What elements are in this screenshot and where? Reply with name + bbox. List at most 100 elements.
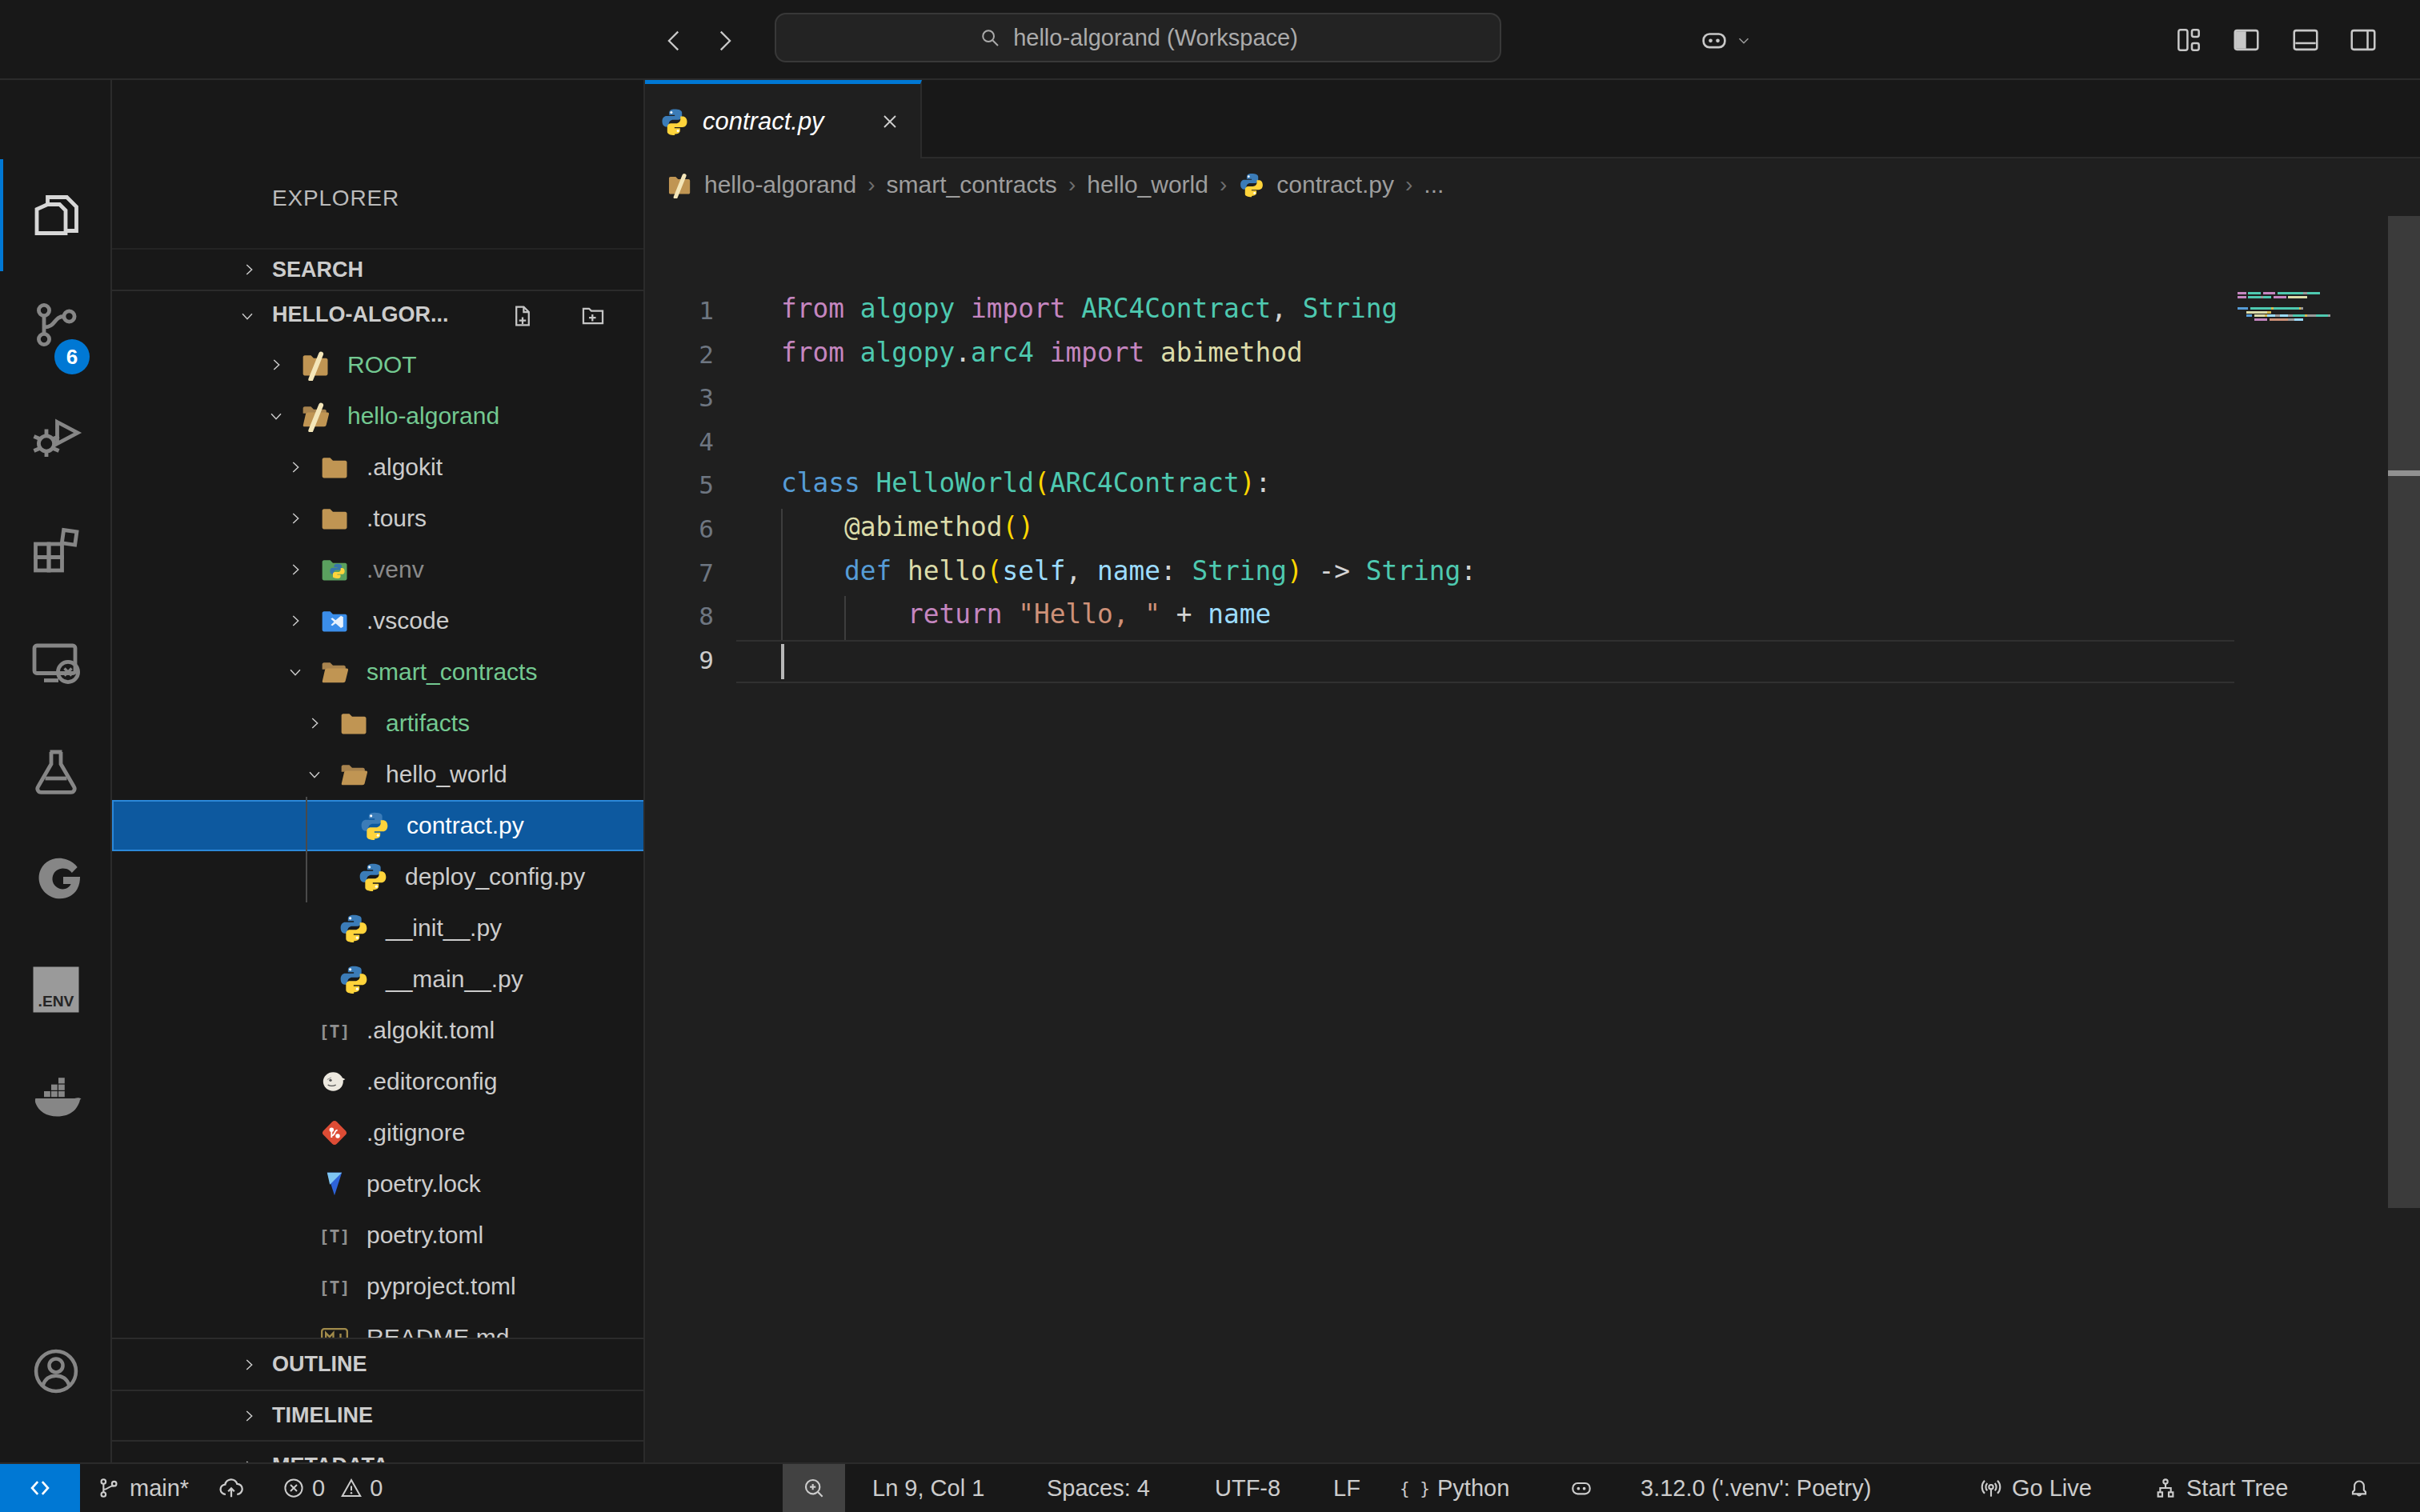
status-go-live[interactable]: Go Live xyxy=(1978,1464,2092,1512)
activity-item-run-debug[interactable] xyxy=(0,379,112,491)
status-indentation[interactable]: Spaces: 4 xyxy=(1047,1464,1150,1512)
line-number: 5 xyxy=(645,470,714,499)
tree-item-hello-algorand[interactable]: hello-algorand xyxy=(112,390,645,442)
status-line-col[interactable]: Ln 9, Col 1 xyxy=(872,1464,984,1512)
activity-item-remote-explorer[interactable] xyxy=(0,606,112,718)
tree-item-contract-py[interactable]: contract.py xyxy=(112,800,645,851)
token: import xyxy=(1050,338,1144,368)
tree-item--main-py[interactable]: __main__.py xyxy=(112,954,645,1005)
tree-item-label: .vscode xyxy=(367,607,449,634)
scrollbar-thumb[interactable] xyxy=(2388,216,2420,1208)
tree-item--venv[interactable]: .venv xyxy=(112,544,645,595)
error-count: 0 xyxy=(312,1475,325,1502)
customize-layout-icon[interactable] xyxy=(2174,25,2204,55)
tree-item--gitignore[interactable]: .gitignore xyxy=(112,1107,645,1158)
tree-item--algokit[interactable]: .algokit xyxy=(112,442,645,493)
code-area[interactable]: 1from algopy import ARC4Contract, String… xyxy=(645,80,2420,1462)
explorer-sidebar: EXPLORERSEARCHHELLO-ALGOR...ROOThello-al… xyxy=(112,80,645,1462)
tree-item-label: artifacts xyxy=(386,710,470,737)
token xyxy=(1144,338,1160,368)
status-language[interactable]: { }Python xyxy=(1400,1464,1509,1512)
section-metadata[interactable]: METADATA xyxy=(112,1440,645,1462)
minimap-segment xyxy=(2288,296,2307,298)
section-label: METADATA xyxy=(272,1454,388,1462)
code-line-1: from algopy import ARC4Contract, String xyxy=(781,294,1397,324)
search-icon xyxy=(978,26,1002,50)
status-eol[interactable]: LF xyxy=(1333,1464,1360,1512)
tree-item-artifacts[interactable]: artifacts xyxy=(112,698,645,749)
tree-item-poetry-toml[interactable]: [T]poetry.toml xyxy=(112,1210,645,1261)
git-branch-item[interactable]: main* xyxy=(96,1464,189,1512)
section-timeline[interactable]: TIMELINE xyxy=(112,1390,645,1440)
tree-item-label: hello_world xyxy=(386,761,507,788)
section-outline[interactable]: OUTLINE xyxy=(112,1338,645,1390)
copilot-chevron-icon[interactable] xyxy=(1735,32,1753,50)
token: ARC4Contract xyxy=(1081,294,1271,324)
tree-item-label: poetry.lock xyxy=(367,1170,481,1198)
tree-item--algokit-toml[interactable]: [T].algokit.toml xyxy=(112,1005,645,1056)
forward-button[interactable] xyxy=(711,27,738,54)
copilot-icon[interactable] xyxy=(1698,24,1730,56)
tree-item-readme-md[interactable]: README.md xyxy=(112,1312,645,1338)
status-python-env[interactable]: 3.12.0 ('.venv': Poetry) xyxy=(1641,1464,1871,1512)
tree-item--tours[interactable]: .tours xyxy=(112,493,645,544)
activity-item-docker[interactable] xyxy=(0,1040,112,1152)
activity-item-testing[interactable] xyxy=(0,715,112,827)
token: : xyxy=(1255,468,1271,498)
token: , xyxy=(1065,556,1097,586)
tree-item-deploy-config-py[interactable]: deploy_config.py xyxy=(112,851,645,902)
minimap-segment xyxy=(2263,292,2276,294)
minimap-segment xyxy=(2254,318,2267,321)
token xyxy=(891,556,908,586)
chevron-right-icon xyxy=(286,612,304,630)
status-encoding[interactable]: UTF-8 xyxy=(1215,1464,1280,1512)
panel-right-icon[interactable] xyxy=(2348,25,2378,55)
token: String xyxy=(1366,556,1460,586)
minimap-line xyxy=(2238,311,2271,314)
panel-bottom-icon[interactable] xyxy=(2290,25,2321,55)
copilot-small-icon xyxy=(1569,1475,1594,1501)
zoom-indicator[interactable] xyxy=(783,1464,845,1512)
token: : xyxy=(1160,556,1192,586)
activity-item-source-control[interactable]: 6 xyxy=(0,269,112,381)
minimap-segment xyxy=(2263,296,2272,298)
sync-icon[interactable] xyxy=(218,1464,245,1512)
activity-item-gitlens[interactable] xyxy=(0,823,112,935)
tree-item--editorconfig[interactable]: .editorconfig xyxy=(112,1056,645,1107)
editorconfig-icon xyxy=(319,1066,351,1098)
chevron-down-icon xyxy=(267,407,285,425)
tree-item--init-py[interactable]: __init__.py xyxy=(112,902,645,954)
token xyxy=(781,599,908,630)
tree-icon xyxy=(2153,1475,2178,1501)
activity-item-extensions[interactable] xyxy=(0,493,112,605)
minimap[interactable] xyxy=(2234,210,2372,530)
status-notifications[interactable] xyxy=(2346,1464,2372,1512)
back-button[interactable] xyxy=(661,27,688,54)
status-label: Ln 9, Col 1 xyxy=(872,1475,984,1502)
tree-item-hello-world[interactable]: hello_world xyxy=(112,749,645,800)
tree-item-poetry-lock[interactable]: poetry.lock xyxy=(112,1158,645,1210)
vscode-window: hello-algorand (Workspace) 6.ENV1 EXPLOR… xyxy=(0,0,2420,1512)
token: from xyxy=(781,294,844,324)
branch-label: main* xyxy=(130,1475,189,1502)
broadcast-icon xyxy=(1978,1475,2004,1501)
problems-item[interactable]: 00 xyxy=(282,1464,383,1512)
activity-item-explorer[interactable] xyxy=(0,159,112,271)
tree-item-label: smart_contracts xyxy=(367,658,537,686)
tree-item--vscode[interactable]: .vscode xyxy=(112,595,645,646)
activity-item-dotenv[interactable]: .ENV xyxy=(0,934,112,1046)
panel-left-icon[interactable] xyxy=(2231,25,2262,55)
svg-text:[T]: [T] xyxy=(319,1022,350,1042)
gitignore-icon xyxy=(319,1117,351,1149)
tree-item-pyproject-toml[interactable]: [T]pyproject.toml xyxy=(112,1261,645,1312)
activity-item-accounts[interactable] xyxy=(0,1315,112,1427)
command-center[interactable]: hello-algorand (Workspace) xyxy=(775,13,1501,62)
tree-item-smart-contracts[interactable]: smart_contracts xyxy=(112,646,645,698)
tree-item-root[interactable]: ROOT xyxy=(112,339,645,390)
token: name xyxy=(1097,556,1160,586)
token: HelloWorld xyxy=(875,468,1033,498)
status-start-tree[interactable]: Start Tree xyxy=(2153,1464,2288,1512)
status-label: 3.12.0 ('.venv': Poetry) xyxy=(1641,1475,1871,1502)
status-copilot[interactable] xyxy=(1569,1464,1594,1512)
remote-indicator[interactable] xyxy=(0,1464,80,1512)
